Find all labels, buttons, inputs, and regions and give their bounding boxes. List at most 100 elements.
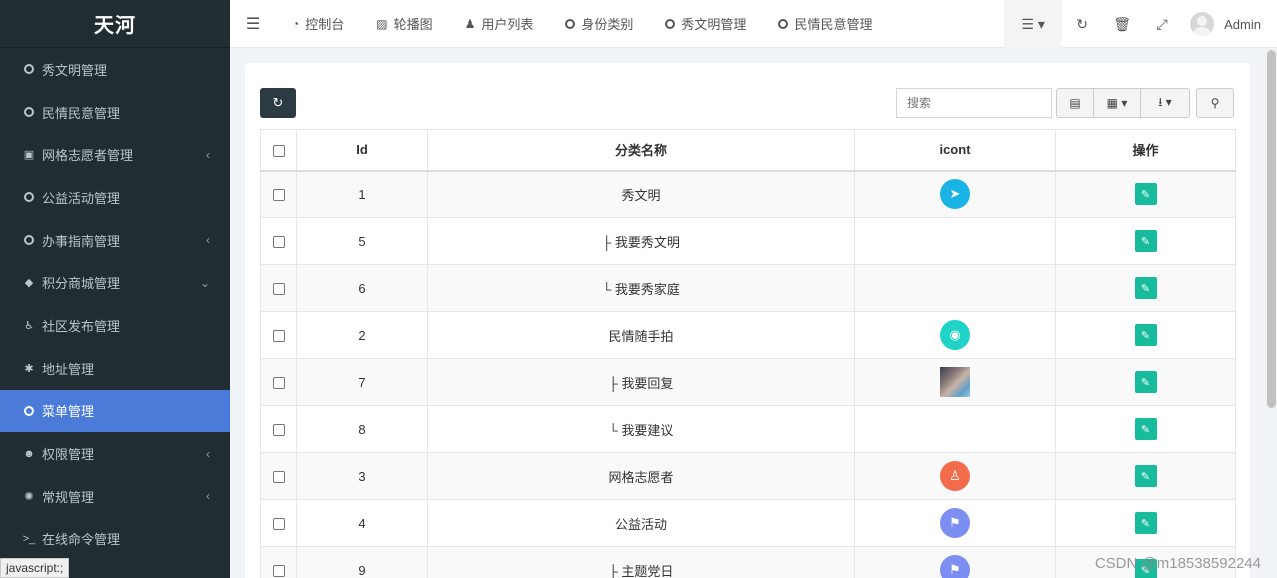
sidebar: 天河 秀文明管理 民情民意管理 ▣ 网格志愿者管理 ‹ 公益活动管理 办事指南管理 ‹ ◆ 积分商…	[0, 0, 230, 578]
table-row[interactable]: 1 秀文明 ➤ ✎	[260, 170, 1236, 218]
icon-cell	[854, 217, 1056, 265]
sidebar-item-label: 网格志愿者管理	[42, 148, 134, 164]
app-logo[interactable]: 天河	[0, 0, 230, 48]
fullscreen-button[interactable]: ⤢	[1142, 0, 1182, 48]
wipe-cache-button[interactable]: 🗑	[1102, 0, 1142, 48]
row-select-cell	[260, 311, 297, 359]
sidebar-item-0[interactable]: 秀文明管理	[0, 48, 230, 91]
shopping-bag-icon: ◆	[24, 277, 34, 290]
row-checkbox[interactable]	[272, 377, 285, 390]
nav-tab-label: 轮播图	[393, 17, 433, 32]
edit-button[interactable]: ✎	[1134, 230, 1157, 252]
sidebar-item-label: 菜单管理	[42, 404, 95, 420]
edit-button[interactable]: ✎	[1134, 371, 1157, 393]
table-row[interactable]: 5 ├ 我要秀文明 ✎	[260, 217, 1236, 265]
nav-tab-1[interactable]: ▨ 轮播图	[360, 0, 448, 48]
table-row[interactable]: 6 └ 我要秀家庭 ✎	[260, 264, 1236, 312]
bug-icon: ✱	[24, 362, 34, 375]
columns-button[interactable]: ▦ ▾	[1093, 88, 1141, 118]
nav-tab-label: 用户列表	[481, 17, 534, 32]
row-checkbox[interactable]	[272, 189, 285, 202]
sidebar-item-2[interactable]: ▣ 网格志愿者管理 ‹	[0, 133, 230, 176]
chevron-icon: ‹	[206, 147, 210, 162]
page-scrollbar[interactable]	[1267, 50, 1276, 408]
sidebar-item-11[interactable]: >_ 在线命令管理	[0, 518, 230, 561]
icon-cell: ⚑	[854, 546, 1056, 578]
nav-tab-5[interactable]: 民情民意管理	[762, 0, 888, 48]
sidebar-item-8[interactable]: 菜单管理	[0, 389, 230, 433]
sidebar-toggle-button[interactable]: ☰	[230, 0, 276, 48]
edit-button[interactable]: ✎	[1134, 277, 1157, 299]
content-panel: ↻ ▤ ▦ ▾ ⭳ ▾ ⚲ Id	[245, 63, 1250, 578]
column-header-id[interactable]: Id	[296, 129, 428, 172]
user-name: Admin	[1224, 16, 1261, 32]
user-menu[interactable]: Admin	[1182, 0, 1277, 48]
refresh-icon: ↻	[272, 95, 284, 110]
actions-cell: ✎	[1055, 311, 1236, 359]
table-row[interactable]: 4 公益活动 ⚑ ✎	[260, 499, 1236, 547]
row-checkbox[interactable]	[272, 283, 285, 296]
expand-icon: ⤢	[1156, 15, 1168, 32]
row-checkbox[interactable]	[272, 236, 285, 249]
nav-tab-label: 秀文明管理	[681, 17, 747, 32]
edit-button[interactable]: ✎	[1134, 512, 1157, 534]
table-row[interactable]: 9 ├ 主题党日 ⚑ ✎	[260, 546, 1236, 578]
sidebar-item-10[interactable]: ✺ 常规管理 ‹	[0, 475, 230, 518]
actions-cell: ✎	[1055, 358, 1236, 406]
row-select-cell	[260, 405, 297, 453]
chevron-icon: ‹	[206, 233, 210, 248]
sidebar-item-label: 办事指南管理	[42, 233, 121, 249]
chevron-icon: ‹	[206, 446, 210, 461]
terminal-icon: >_	[22, 532, 36, 545]
id-cell: 4	[296, 499, 428, 547]
edit-button[interactable]: ✎	[1134, 465, 1157, 487]
search-input[interactable]	[896, 88, 1052, 118]
toggle-view-button[interactable]: ▤	[1056, 88, 1094, 118]
edit-button[interactable]: ✎	[1134, 183, 1157, 206]
sidebar-item-label: 民情民意管理	[42, 105, 121, 121]
nav-tab-0[interactable]: ◔ 控制台	[276, 0, 360, 48]
actions-cell: ✎	[1055, 217, 1236, 265]
icon-cell: ♙	[854, 452, 1056, 500]
refresh-button[interactable]: ↻	[260, 88, 296, 118]
row-checkbox[interactable]	[272, 471, 285, 484]
sidebar-item-label: 在线命令管理	[42, 532, 121, 548]
table-row[interactable]: 7 ├ 我要回复 ✎	[260, 358, 1236, 406]
table-row[interactable]: 8 └ 我要建议 ✎	[260, 405, 1236, 453]
multiplenav-toggle-button[interactable]: ☰ ▾	[1004, 0, 1063, 48]
trash-icon: 🗑	[1113, 15, 1132, 32]
table-row[interactable]: 2 民情随手拍 ◉ ✎	[260, 311, 1236, 359]
nav-tab-3[interactable]: 身份类别	[549, 0, 649, 48]
row-checkbox[interactable]	[272, 565, 285, 578]
sidebar-item-1[interactable]: 民情民意管理	[0, 91, 230, 134]
watermark: CSDN @m18538592244	[1094, 555, 1261, 572]
select-all-checkbox[interactable]	[272, 144, 285, 157]
edit-button[interactable]: ✎	[1134, 418, 1157, 440]
column-header-name[interactable]: 分类名称	[427, 129, 855, 172]
sidebar-item-7[interactable]: ✱ 地址管理	[0, 347, 230, 390]
sidebar-item-4[interactable]: 办事指南管理 ‹	[0, 219, 230, 262]
row-checkbox[interactable]	[272, 330, 285, 343]
icon-cell: ◉	[854, 311, 1056, 359]
sidebar-item-label: 社区发布管理	[42, 318, 121, 334]
sidebar-item-9[interactable]: ☻ 权限管理 ‹	[0, 432, 230, 475]
circle-o-icon	[665, 18, 676, 29]
table-row[interactable]: 3 网格志愿者 ♙ ✎	[260, 452, 1236, 500]
chevron-icon: ⌄	[199, 275, 210, 290]
sidebar-item-6[interactable]: ♿ 社区发布管理	[0, 304, 230, 347]
nav-tab-2[interactable]: ♟ 用户列表	[449, 0, 550, 48]
row-checkbox[interactable]	[272, 518, 285, 531]
edit-button[interactable]: ✎	[1134, 324, 1157, 346]
row-checkbox[interactable]	[272, 424, 285, 437]
nav-tab-label: 身份类别	[581, 17, 634, 32]
circle-o-icon	[22, 62, 36, 76]
sidebar-item-3[interactable]: 公益活动管理	[0, 176, 230, 219]
sidebar-item-5[interactable]: ◆ 积分商城管理 ⌄	[0, 261, 230, 304]
search-button[interactable]: ⚲	[1196, 88, 1234, 118]
pencil-icon: ✎	[1140, 470, 1151, 483]
refresh-nav-button[interactable]: ↻	[1062, 0, 1102, 48]
export-button[interactable]: ⭳ ▾	[1140, 88, 1190, 118]
column-header-icon[interactable]: icont	[854, 129, 1056, 172]
icon-cell	[854, 358, 1056, 406]
nav-tab-4[interactable]: 秀文明管理	[649, 0, 762, 48]
